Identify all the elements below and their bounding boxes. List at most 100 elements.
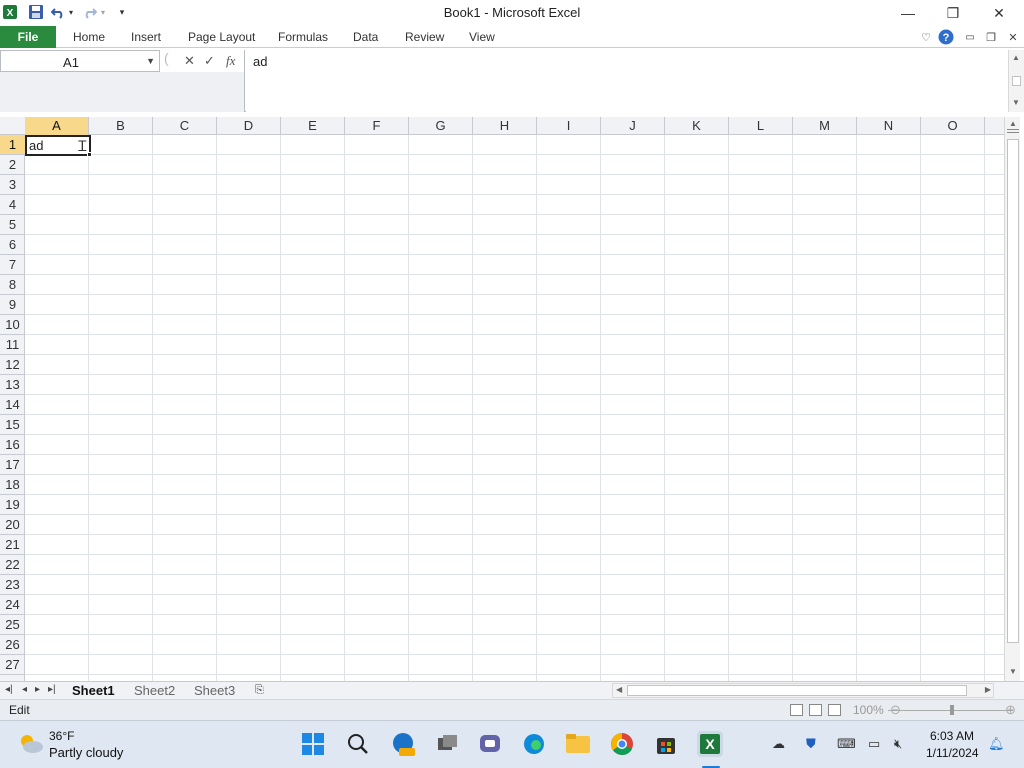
row-header-20[interactable]: 20 <box>0 515 25 535</box>
column-header-i[interactable]: I <box>537 117 601 135</box>
workbook-minimize-icon[interactable]: ▭ <box>962 29 978 45</box>
tab-formulas[interactable]: Formulas <box>278 30 328 44</box>
sheet-tab-sheet2[interactable]: Sheet2 <box>134 683 175 699</box>
row-header-9[interactable]: 9 <box>0 295 25 315</box>
column-header-g[interactable]: G <box>409 117 473 135</box>
zoom-in-icon[interactable]: ⊕ <box>1005 702 1016 718</box>
row-header-13[interactable]: 13 <box>0 375 25 395</box>
scroll-up-icon[interactable]: ▲ <box>1012 53 1020 62</box>
tab-view[interactable]: View <box>469 30 495 44</box>
scroll-right-icon[interactable]: ▶ <box>985 685 991 694</box>
column-header-d[interactable]: D <box>217 117 281 135</box>
clock-time[interactable]: 6:03 AM <box>930 729 974 743</box>
last-sheet-icon[interactable]: ▸| <box>48 684 56 695</box>
notification-bell-icon[interactable]: 🔔︎ <box>988 736 1005 752</box>
weather-description[interactable]: Partly cloudy <box>49 745 123 760</box>
cloud-offline-icon[interactable]: ☁ <box>772 736 785 752</box>
row-header-19[interactable]: 19 <box>0 495 25 515</box>
column-header-h[interactable]: H <box>473 117 537 135</box>
restore-button[interactable]: ❐ <box>930 2 976 24</box>
insert-sheet-icon[interactable]: ⎘ <box>255 684 264 697</box>
zoom-slider-thumb[interactable] <box>950 705 954 715</box>
row-header-25[interactable]: 25 <box>0 615 25 635</box>
row-header-10[interactable]: 10 <box>0 315 25 335</box>
name-box[interactable]: A1 ▼ <box>0 50 160 72</box>
search-icon[interactable] <box>345 731 371 757</box>
scroll-left-icon[interactable]: ◀ <box>616 685 622 694</box>
row-header-1[interactable]: 1 <box>0 135 25 155</box>
drag-handle-icon[interactable]: ( <box>164 50 169 66</box>
row-header-5[interactable]: 5 <box>0 215 25 235</box>
column-header-b[interactable]: B <box>89 117 153 135</box>
prev-sheet-icon[interactable]: ◂ <box>22 684 27 695</box>
row-header-21[interactable]: 21 <box>0 535 25 555</box>
row-header-26[interactable]: 26 <box>0 635 25 655</box>
workbook-close-icon[interactable]: ✕ <box>1005 29 1021 45</box>
row-header-24[interactable]: 24 <box>0 595 25 615</box>
row-header-14[interactable]: 14 <box>0 395 25 415</box>
tab-data[interactable]: Data <box>353 30 378 44</box>
row-header-12[interactable]: 12 <box>0 355 25 375</box>
next-sheet-icon[interactable]: ▸ <box>35 684 40 695</box>
normal-view-icon[interactable] <box>790 704 803 716</box>
minimize-ribbon-icon[interactable]: ♡ <box>918 29 934 45</box>
formula-input[interactable]: ad <box>246 50 1008 112</box>
close-button[interactable]: ✕ <box>976 2 1022 24</box>
volume-muted-icon[interactable]: 🔇︎ <box>894 736 902 752</box>
row-header-23[interactable]: 23 <box>0 575 25 595</box>
page-break-view-icon[interactable] <box>828 704 841 716</box>
edge-beta-icon[interactable] <box>390 731 416 757</box>
row-header-3[interactable]: 3 <box>0 175 25 195</box>
keyboard-icon[interactable]: ⌨ <box>837 736 856 752</box>
fill-handle[interactable] <box>87 152 92 157</box>
row-header-17[interactable]: 17 <box>0 455 25 475</box>
file-tab[interactable]: File <box>0 26 56 48</box>
weather-icon[interactable] <box>17 730 45 761</box>
excel-taskbar-icon[interactable]: X <box>697 731 723 757</box>
row-header-11[interactable]: 11 <box>0 335 25 355</box>
tab-review[interactable]: Review <box>405 30 444 44</box>
column-header-e[interactable]: E <box>281 117 345 135</box>
row-header-15[interactable]: 15 <box>0 415 25 435</box>
file-explorer-icon[interactable] <box>565 731 591 757</box>
zoom-level[interactable]: 100% <box>853 703 884 717</box>
row-header-27[interactable]: 27 <box>0 655 25 675</box>
page-layout-view-icon[interactable] <box>809 704 822 716</box>
vertical-scroll-thumb[interactable] <box>1007 139 1019 643</box>
clock-date[interactable]: 1/11/2024 <box>926 746 979 760</box>
store-icon[interactable] <box>653 731 679 757</box>
insert-function-icon[interactable]: fx <box>226 53 235 69</box>
tab-page-layout[interactable]: Page Layout <box>188 30 255 44</box>
column-header-c[interactable]: C <box>153 117 217 135</box>
edge-icon[interactable] <box>521 731 547 757</box>
weather-temperature[interactable]: 36°F <box>49 729 74 743</box>
workbook-restore-icon[interactable]: ❐ <box>983 29 999 45</box>
row-header-16[interactable]: 16 <box>0 435 25 455</box>
formula-bar-scrollbar[interactable]: ▲ ▼ <box>1008 50 1024 112</box>
network-icon[interactable]: ▭ <box>868 736 880 752</box>
defender-icon[interactable]: ⛊ <box>806 736 816 752</box>
horizontal-scrollbar[interactable]: ◀ ▶ <box>612 683 994 698</box>
first-sheet-icon[interactable]: ◂| <box>5 684 13 695</box>
row-header-2[interactable]: 2 <box>0 155 25 175</box>
row-header-4[interactable]: 4 <box>0 195 25 215</box>
row-header-6[interactable]: 6 <box>0 235 25 255</box>
start-icon[interactable] <box>300 731 326 757</box>
column-header-l[interactable]: L <box>729 117 793 135</box>
task-view-icon[interactable] <box>434 731 460 757</box>
tab-insert[interactable]: Insert <box>131 30 161 44</box>
scroll-up-icon[interactable]: ▲ <box>1009 119 1017 128</box>
scroll-down-icon[interactable]: ▼ <box>1012 98 1020 107</box>
row-header-22[interactable]: 22 <box>0 555 25 575</box>
tab-home[interactable]: Home <box>73 30 105 44</box>
chevron-down-icon[interactable]: ▼ <box>146 56 155 66</box>
column-header-j[interactable]: J <box>601 117 665 135</box>
scroll-thumb[interactable] <box>1012 76 1021 86</box>
help-icon[interactable]: ? <box>938 29 954 45</box>
sheet-tab-sheet3[interactable]: Sheet3 <box>194 683 235 699</box>
split-handle[interactable] <box>1007 129 1019 133</box>
column-header-a[interactable]: A <box>25 117 89 135</box>
column-header-n[interactable]: N <box>857 117 921 135</box>
row-header-7[interactable]: 7 <box>0 255 25 275</box>
minimize-button[interactable]: — <box>885 2 931 24</box>
